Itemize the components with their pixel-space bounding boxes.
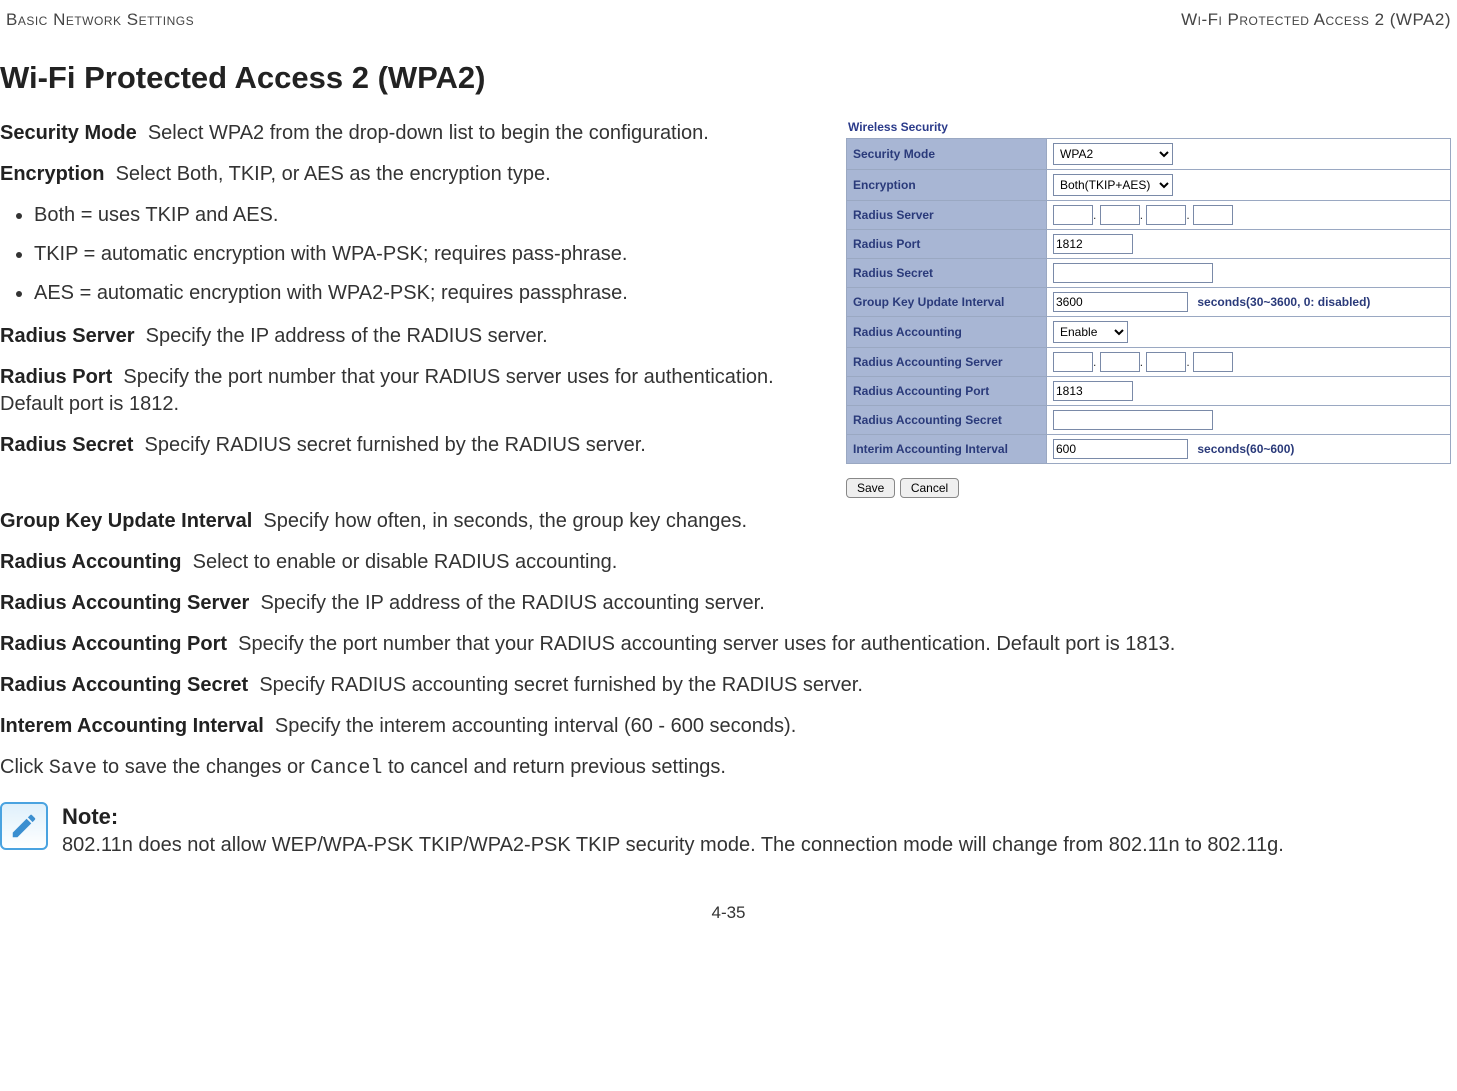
dot-icon: .: [1093, 355, 1096, 369]
def-radius-acct-server: Radius Accounting Server Specify the IP …: [0, 590, 1457, 617]
text-radius-secret: Specify RADIUS secret furnished by the R…: [145, 434, 646, 456]
radius-server-octet-4[interactable]: [1193, 205, 1233, 225]
term-radius-secret: Radius Secret: [0, 434, 133, 456]
row-radius-acct-server: Radius Accounting Server . . .: [847, 348, 1451, 377]
row-encryption: Encryption Both(TKIP+AES): [847, 170, 1451, 201]
page-number: 4-35: [0, 899, 1457, 927]
text-interim-interval: Specify the interem accounting interval …: [275, 715, 796, 737]
text-group-key: Specify how often, in seconds, the group…: [263, 510, 747, 532]
note-title: Note:: [62, 802, 1284, 832]
radius-acct-server-octet-1[interactable]: [1053, 352, 1093, 372]
term-radius-accounting: Radius Accounting: [0, 551, 181, 573]
label-radius-secret: Radius Secret: [847, 259, 1047, 288]
select-encryption[interactable]: Both(TKIP+AES): [1053, 174, 1173, 196]
term-radius-acct-port: Radius Accounting Port: [0, 633, 227, 655]
dot-icon: .: [1186, 355, 1189, 369]
text-radius-acct-server: Specify the IP address of the RADIUS acc…: [260, 592, 764, 614]
dot-icon: .: [1186, 208, 1189, 222]
dot-icon: .: [1093, 208, 1096, 222]
label-radius-port: Radius Port: [847, 230, 1047, 259]
radius-server-octet-3[interactable]: [1146, 205, 1186, 225]
def-interim-interval: Interem Accounting Interval Specify the …: [0, 713, 1457, 740]
text-radius-acct-secret: Specify RADIUS accounting secret furnish…: [259, 674, 863, 696]
panel-title: Wireless Security: [846, 120, 1451, 138]
label-radius-acct-secret: Radius Accounting Secret: [847, 406, 1047, 435]
input-group-key-interval[interactable]: [1053, 292, 1188, 312]
term-encryption: Encryption: [0, 163, 104, 185]
save-button-panel[interactable]: Save: [846, 478, 895, 498]
note-body: 802.11n does not allow WEP/WPA-PSK TKIP/…: [62, 832, 1284, 859]
def-radius-acct-secret: Radius Accounting Secret Specify RADIUS …: [0, 672, 1457, 699]
cancel-word: Cancel: [310, 757, 382, 780]
def-group-key: Group Key Update Interval Specify how of…: [0, 508, 1457, 535]
radius-acct-server-octet-3[interactable]: [1146, 352, 1186, 372]
label-group-key-interval: Group Key Update Interval: [847, 288, 1047, 317]
term-radius-server: Radius Server: [0, 325, 135, 347]
label-radius-server: Radius Server: [847, 201, 1047, 230]
input-radius-acct-secret[interactable]: [1053, 410, 1213, 430]
label-security-mode: Security Mode: [847, 139, 1047, 170]
dot-icon: .: [1140, 208, 1143, 222]
save-cancel-line: Click Save to save the changes or Cancel…: [0, 754, 1457, 782]
term-radius-acct-server: Radius Accounting Server: [0, 592, 249, 614]
radius-server-octet-2[interactable]: [1100, 205, 1140, 225]
select-security-mode[interactable]: WPA2: [1053, 143, 1173, 165]
text-security-mode: Select WPA2 from the drop-down list to b…: [148, 122, 709, 144]
radius-acct-server-octet-2[interactable]: [1100, 352, 1140, 372]
input-radius-secret[interactable]: [1053, 263, 1213, 283]
row-radius-acct-secret: Radius Accounting Secret: [847, 406, 1451, 435]
label-radius-acct-port: Radius Accounting Port: [847, 377, 1047, 406]
settings-table: Security Mode WPA2 Encryption Both(TKIP+…: [846, 138, 1451, 464]
term-security-mode: Security Mode: [0, 122, 137, 144]
cancel-button-panel[interactable]: Cancel: [900, 478, 959, 498]
label-interim-interval: Interim Accounting Interval: [847, 435, 1047, 464]
row-radius-secret: Radius Secret: [847, 259, 1451, 288]
label-encryption: Encryption: [847, 170, 1047, 201]
text-radius-server: Specify the IP address of the RADIUS ser…: [146, 325, 548, 347]
save-line-post: to cancel and return previous settings.: [382, 756, 726, 778]
unit-interim: seconds(60~600): [1191, 442, 1294, 456]
save-line-pre: Click: [0, 756, 49, 778]
def-radius-acct-port: Radius Accounting Port Specify the port …: [0, 631, 1457, 658]
note-pencil-icon: [0, 802, 48, 850]
term-radius-port: Radius Port: [0, 366, 112, 388]
unit-group-key: seconds(30~3600, 0: disabled): [1191, 295, 1370, 309]
select-radius-accounting[interactable]: Enable: [1053, 321, 1128, 343]
row-group-key-interval: Group Key Update Interval seconds(30~360…: [847, 288, 1451, 317]
term-interim-interval: Interem Accounting Interval: [0, 715, 264, 737]
save-word: Save: [49, 757, 97, 780]
row-radius-server: Radius Server . . .: [847, 201, 1451, 230]
label-radius-accounting: Radius Accounting: [847, 317, 1047, 348]
text-radius-port: Specify the port number that your RADIUS…: [0, 366, 774, 415]
term-radius-acct-secret: Radius Accounting Secret: [0, 674, 248, 696]
dot-icon: .: [1140, 355, 1143, 369]
text-encryption: Select Both, TKIP, or AES as the encrypt…: [116, 163, 551, 185]
input-radius-port[interactable]: [1053, 234, 1133, 254]
header-left: Basic Network Settings: [6, 10, 194, 30]
row-interim-interval: Interim Accounting Interval seconds(60~6…: [847, 435, 1451, 464]
text-radius-accounting: Select to enable or disable RADIUS accou…: [193, 551, 618, 573]
row-security-mode: Security Mode WPA2: [847, 139, 1451, 170]
term-group-key: Group Key Update Interval: [0, 510, 252, 532]
note-block: Note: 802.11n does not allow WEP/WPA-PSK…: [0, 802, 1457, 859]
input-radius-acct-port[interactable]: [1053, 381, 1133, 401]
label-radius-acct-server: Radius Accounting Server: [847, 348, 1047, 377]
wireless-security-panel: Wireless Security Security Mode WPA2 Enc…: [846, 120, 1451, 498]
page-title: Wi-Fi Protected Access 2 (WPA2): [0, 60, 1457, 96]
radius-server-octet-1[interactable]: [1053, 205, 1093, 225]
row-radius-acct-port: Radius Accounting Port: [847, 377, 1451, 406]
def-radius-accounting: Radius Accounting Select to enable or di…: [0, 549, 1457, 576]
save-line-mid: to save the changes or: [97, 756, 310, 778]
input-interim-interval[interactable]: [1053, 439, 1188, 459]
row-radius-port: Radius Port: [847, 230, 1451, 259]
row-radius-accounting: Radius Accounting Enable: [847, 317, 1451, 348]
radius-acct-server-octet-4[interactable]: [1193, 352, 1233, 372]
header-right: Wi-Fi Protected Access 2 (WPA2): [1181, 10, 1451, 30]
text-radius-acct-port: Specify the port number that your RADIUS…: [238, 633, 1175, 655]
